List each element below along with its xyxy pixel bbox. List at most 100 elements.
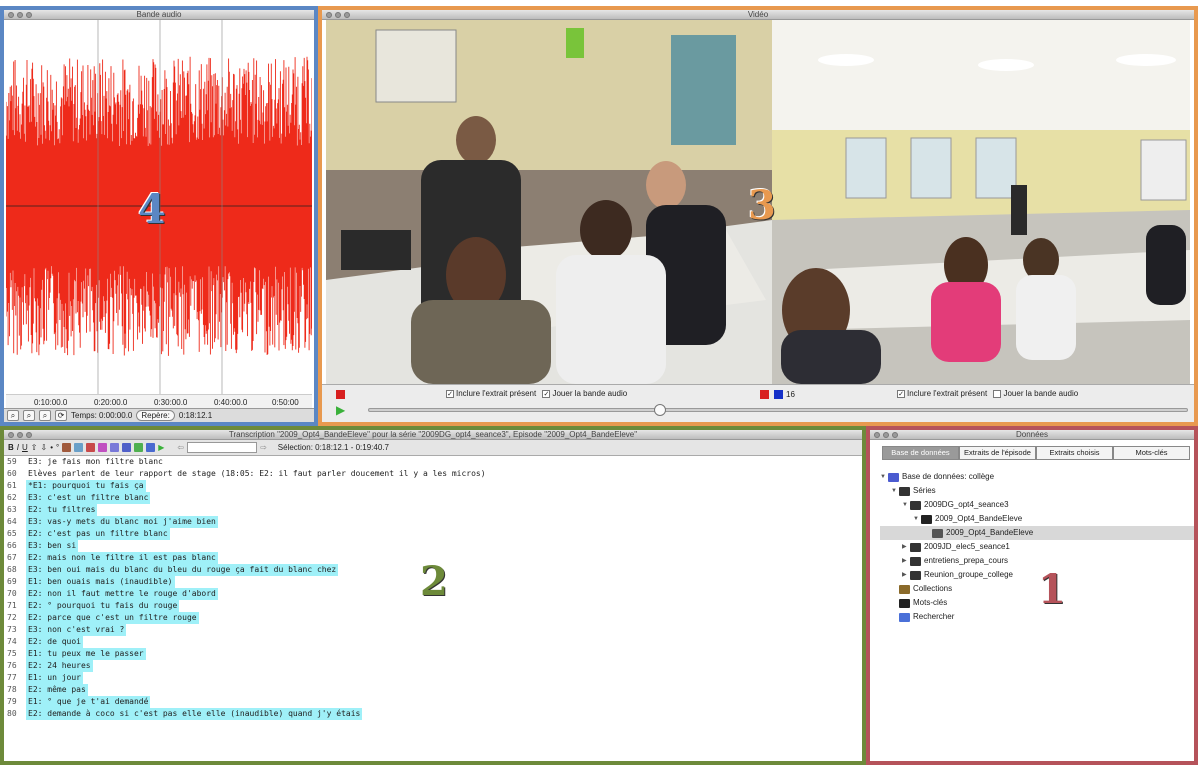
- database-tree: ▼ Base de données: collège ▼ Séries ▼ 2009DG_…: [880, 470, 1194, 624]
- disclosure-triangle-icon[interactable]: ▼: [913, 512, 921, 526]
- transcript-line[interactable]: 79 E1: ° que je t'ai demandé: [4, 696, 862, 708]
- transcript-line[interactable]: 72 E2: parce que c'est un filtre rouge: [4, 612, 862, 624]
- right-color-square-red: [760, 390, 769, 399]
- video-panel: Vidéo ✓ Inclure l'extrait présent ✓ Joue…: [318, 6, 1198, 426]
- transcript-line[interactable]: 60 Elèves parlent de leur rapport de stag…: [4, 468, 862, 480]
- tree-node[interactable]: ▼ Séries: [880, 484, 1194, 498]
- window-controls[interactable]: [8, 432, 32, 438]
- tree-node[interactable]: Rechercher: [880, 610, 1194, 624]
- audio-title: Bande audio: [136, 10, 182, 19]
- line-text: E2: mais non le filtre il est pas blanc: [26, 552, 218, 564]
- left-include-checkbox[interactable]: ✓: [446, 389, 454, 398]
- window-controls[interactable]: [326, 12, 350, 18]
- bullet-icon[interactable]: •: [50, 443, 53, 452]
- transcript-text[interactable]: 59 E3: je fais mon filtre blanc 60 Elèves p…: [4, 456, 862, 761]
- arrow-down-icon[interactable]: ⇩: [41, 443, 48, 452]
- transcript-line[interactable]: 76 E2: 24 heures: [4, 660, 862, 672]
- disclosure-triangle-icon[interactable]: ▼: [891, 484, 899, 498]
- video-scrub-slider[interactable]: [368, 404, 1188, 416]
- tree-node-label: Reunion_groupe_college: [924, 570, 1013, 579]
- tree-node-label: Collections: [913, 584, 953, 593]
- line-number: 73: [7, 625, 17, 634]
- transcript-line[interactable]: 61 *E1: pourquoi tu fais ça: [4, 480, 862, 492]
- transcript-line[interactable]: 75 E1: tu peux me le passer: [4, 648, 862, 660]
- disclosure-triangle-icon[interactable]: ▶: [902, 540, 910, 554]
- line-number: 76: [7, 661, 17, 670]
- repere-button[interactable]: Repère:: [136, 410, 175, 421]
- tab-keywords[interactable]: Mots-clés: [1113, 446, 1190, 460]
- tree-node[interactable]: ▶ entretiens_prepa_cours: [880, 554, 1194, 568]
- search-input[interactable]: [187, 442, 258, 453]
- line-number: 72: [7, 613, 17, 622]
- tab-database[interactable]: Base de données: [882, 446, 959, 460]
- tree-node-label: 2009_Opt4_BandeEleve: [946, 528, 1034, 537]
- transcript-icon: [932, 528, 943, 538]
- line-number: 75: [7, 649, 17, 658]
- timeline-tick: 0:20:00.0: [94, 398, 128, 407]
- line-number: 68: [7, 565, 17, 574]
- degree-icon[interactable]: °: [56, 443, 59, 452]
- layout-icon[interactable]: [146, 443, 156, 452]
- zoom-out-icon[interactable]: ⌕: [23, 410, 35, 421]
- play-icon[interactable]: ▶: [336, 403, 345, 417]
- transcript-line[interactable]: 77 E1: un jour: [4, 672, 862, 684]
- window-controls[interactable]: [874, 432, 898, 438]
- tree-node[interactable]: Mots-clés: [880, 596, 1194, 610]
- disclosure-triangle-icon[interactable]: ▶: [902, 568, 910, 582]
- zoom-in-icon[interactable]: ⌕: [7, 410, 19, 421]
- undo-icon[interactable]: [86, 443, 96, 452]
- line-text: *E1: pourquoi tu fais ça: [26, 480, 146, 492]
- tree-node[interactable]: ▶ 2009JD_elec5_seance1: [880, 540, 1194, 554]
- play-icon[interactable]: ▶: [158, 443, 164, 452]
- slider-knob[interactable]: [654, 404, 666, 416]
- transcript-line[interactable]: 74 E2: de quoi: [4, 636, 862, 648]
- search-forward-icon[interactable]: ⇨: [260, 443, 267, 452]
- line-text: E3: ben oui mais du blanc du bleu du rou…: [26, 564, 339, 576]
- zoom-fit-icon[interactable]: ⌕: [39, 410, 51, 421]
- line-number: 80: [7, 709, 17, 718]
- transcription-title: Transcription "2009_Opt4_BandeEleve" pou…: [228, 430, 638, 439]
- tree-node[interactable]: ▼ Base de données: collège: [880, 470, 1194, 484]
- tree-node[interactable]: ▶ Reunion_groupe_college: [880, 568, 1194, 582]
- arrow-up-icon[interactable]: ⇧: [31, 443, 38, 452]
- tree-node-label: Mots-clés: [913, 598, 948, 607]
- transcript-line[interactable]: 62 E3: c'est un filtre blanc: [4, 492, 862, 504]
- disclosure-triangle-icon[interactable]: ▼: [880, 470, 888, 484]
- tree-node[interactable]: ▼ 2009_Opt4_BandeEleve: [880, 512, 1194, 526]
- line-text: E2: c'est pas un filtre blanc: [26, 528, 170, 540]
- left-play-audio-checkbox[interactable]: ✓: [542, 389, 551, 398]
- line-number: 66: [7, 541, 17, 550]
- window-controls[interactable]: [8, 12, 32, 18]
- tab-selected-clips[interactable]: Extraits choisis: [1036, 446, 1113, 460]
- tree-node[interactable]: ▼ 2009DG_opt4_seance3: [880, 498, 1194, 512]
- text-style-icon[interactable]: [74, 443, 84, 452]
- spell-check-icon[interactable]: [134, 443, 144, 452]
- bold-icon[interactable]: B: [8, 443, 14, 452]
- transcript-line[interactable]: 65 E2: c'est pas un filtre blanc: [4, 528, 862, 540]
- transcript-line[interactable]: 78 E2: même pas: [4, 684, 862, 696]
- transcript-line[interactable]: 63 E2: tu filtres: [4, 504, 862, 516]
- line-number: 79: [7, 697, 17, 706]
- tab-episode-clips[interactable]: Extraits de l'épisode: [959, 446, 1036, 460]
- tree-node[interactable]: Collections: [880, 582, 1194, 596]
- transcript-line[interactable]: 59 E3: je fais mon filtre blanc: [4, 456, 862, 468]
- tree-node[interactable]: 2009_Opt4_BandeEleve: [880, 526, 1194, 540]
- italic-icon[interactable]: I: [17, 443, 19, 452]
- transcript-line[interactable]: 73 E3: non c'est vrai ?: [4, 624, 862, 636]
- disclosure-triangle-icon[interactable]: ▼: [902, 498, 910, 512]
- right-include-checkbox[interactable]: ✓: [897, 389, 905, 398]
- transcript-line[interactable]: 66 E3: ben si: [4, 540, 862, 552]
- right-play-audio-checkbox[interactable]: [993, 389, 1002, 398]
- disclosure-triangle-icon[interactable]: ▶: [902, 554, 910, 568]
- tree-node-label: Séries: [913, 486, 936, 495]
- save-icon[interactable]: [122, 443, 132, 452]
- clip-icon[interactable]: [98, 443, 108, 452]
- underline-icon[interactable]: U: [22, 443, 28, 452]
- timecode-icon[interactable]: [62, 443, 72, 452]
- refresh-icon[interactable]: ⟳: [55, 410, 67, 421]
- transcript-line[interactable]: 64 E3: vas-y mets du blanc moi j'aime bie…: [4, 516, 862, 528]
- transcript-line[interactable]: 80 E2: demande à coco si c'est pas elle e…: [4, 708, 862, 720]
- timeline-tick: 0:40:00.0: [214, 398, 248, 407]
- search-back-icon[interactable]: ⇦: [177, 443, 184, 452]
- table-icon[interactable]: [110, 443, 120, 452]
